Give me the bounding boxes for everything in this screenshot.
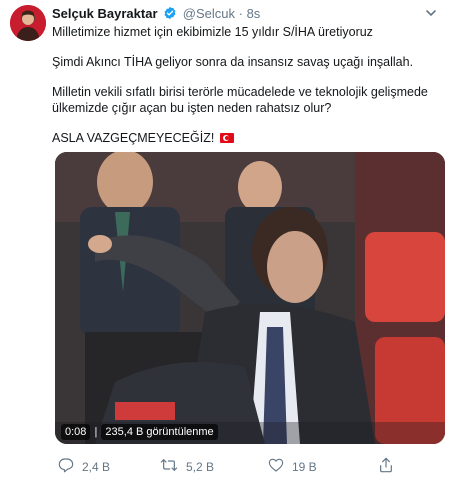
separator-dot: · [238, 6, 243, 21]
tweet-paragraph-4-text: ASLA VAZGEÇMEYECEĞİZ! [52, 131, 215, 145]
tweet-paragraph-1: Milletimize hizmet için ekibimizle 15 yı… [52, 25, 373, 39]
tweet-paragraph-3: Milletin vekili sıfatlı birisi terörle m… [52, 85, 428, 115]
tweet-actions: 2,4 B 5,2 B 19 B [58, 457, 448, 475]
retweet-icon [160, 457, 186, 476]
video-frame [55, 152, 445, 444]
display-name[interactable]: Selçuk Bayraktar [52, 6, 158, 21]
handle[interactable]: @Selcuk [183, 6, 235, 21]
share-icon [378, 457, 402, 476]
timestamp[interactable]: 8s [247, 6, 261, 21]
tweet-paragraph-4: ASLA VAZGEÇMEYECEĞİZ! [52, 130, 438, 146]
video-info: 0:08 | 235,4 B görüntülenme [61, 424, 218, 440]
reply-icon [58, 457, 82, 476]
reply-button[interactable]: 2,4 B [58, 457, 110, 476]
heart-icon [268, 457, 292, 476]
tweet-text: Milletimize hizmet için ekibimizle 15 yı… [52, 24, 438, 160]
video-player[interactable]: 0:08 | 235,4 B görüntülenme [55, 152, 445, 444]
avatar[interactable] [10, 5, 46, 41]
chevron-down-icon[interactable] [424, 6, 438, 20]
video-info-separator: | [91, 426, 101, 438]
verified-badge-icon [163, 6, 177, 23]
reply-count: 2,4 B [82, 459, 111, 474]
like-button[interactable]: 19 B [268, 457, 317, 476]
tweet[interactable]: Selçuk Bayraktar @Selcuk · 8s Milletimiz… [0, 0, 450, 480]
like-count: 19 B [292, 459, 317, 474]
share-button[interactable] [378, 457, 402, 476]
turkey-flag-icon [219, 133, 234, 143]
video-views: 235,4 B görüntülenme [101, 424, 218, 440]
tweet-header: Selçuk Bayraktar @Selcuk · 8s [52, 6, 260, 23]
retweet-button[interactable]: 5,2 B [160, 457, 214, 476]
retweet-count: 5,2 B [186, 459, 215, 474]
tweet-paragraph-2: Şimdi Akıncı TİHA geliyor sonra da insan… [52, 55, 414, 69]
video-duration: 0:08 [61, 424, 91, 440]
